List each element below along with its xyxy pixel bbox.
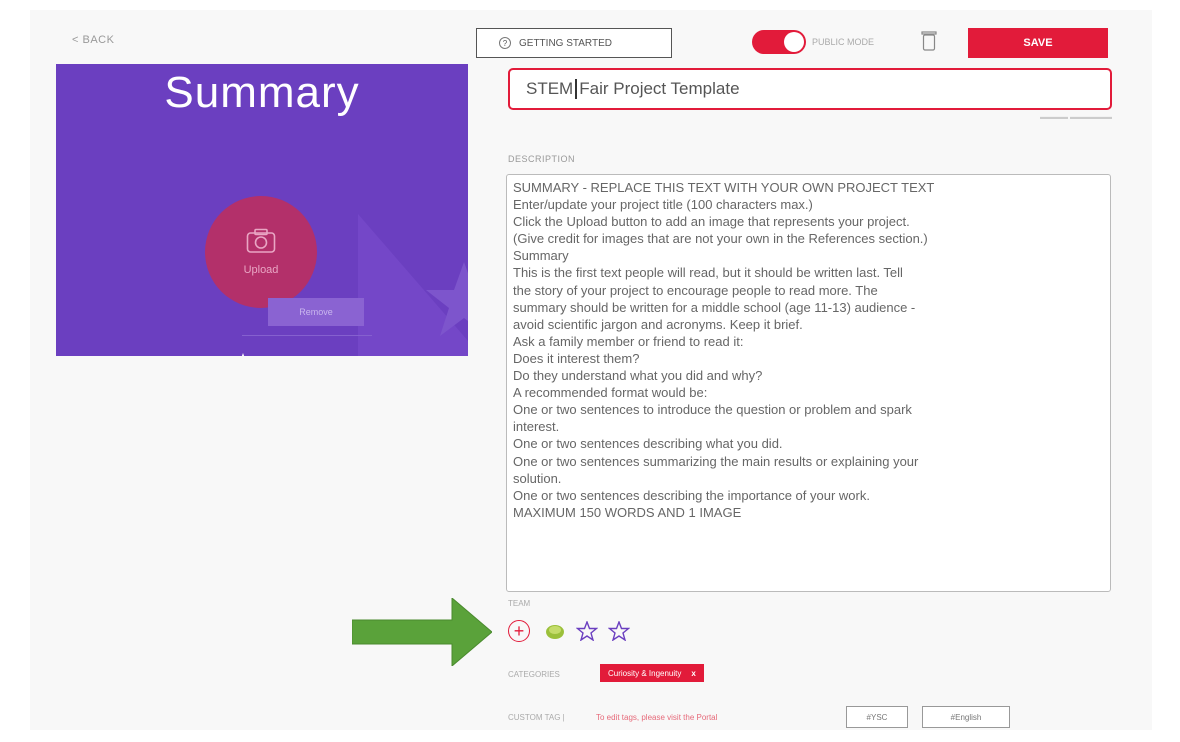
description-line: A recommended format would be:	[513, 385, 708, 401]
public-mode-toggle[interactable]	[752, 30, 806, 54]
description-line: MAXIMUM 150 WORDS AND 1 IMAGE	[513, 504, 742, 520]
back-link[interactable]: < BACK	[72, 34, 114, 46]
description-line: avoid scientific jargon and acronyms. Ke…	[513, 316, 803, 332]
upload-button[interactable]: Upload	[205, 196, 317, 308]
star-icon[interactable]	[576, 621, 598, 641]
description-label: DESCRIPTION	[508, 154, 576, 164]
custom-tag-hint[interactable]: To edit tags, please visit the Portal	[596, 713, 717, 722]
description-line: Do they understand what you did and why?	[513, 368, 763, 384]
remove-image-button[interactable]: Remove	[268, 298, 364, 326]
description-line: One or two sentences to introduce the qu…	[513, 402, 912, 418]
description-line: This is the first text people will read,…	[513, 265, 903, 281]
trash-icon[interactable]	[920, 30, 938, 52]
description-line: One or two sentences summarizing the mai…	[513, 453, 919, 469]
title-text-before: STEM	[526, 79, 574, 98]
description-line: (Give credit for images that are not you…	[513, 231, 928, 247]
star-icon[interactable]	[608, 621, 630, 641]
green-arrow-icon	[352, 598, 492, 666]
cover-logo: ▬▬ ▬▬▬ ▬▬▬▬▬▬ ▬▬▬▬ ▬▬▬	[224, 352, 335, 356]
youth-science-star-icon	[241, 353, 245, 356]
cover-title: Summary	[164, 68, 360, 117]
categories-label: CATEGORIES	[508, 670, 560, 679]
team-label: TEAM	[508, 599, 531, 608]
getting-started-label: GETTING STARTED	[519, 37, 612, 49]
close-icon[interactable]: x	[691, 669, 695, 678]
project-title-input[interactable]: STEM Fair Project Template	[508, 68, 1112, 110]
upload-label: Upload	[243, 264, 279, 276]
title-text-after: Fair Project Template	[579, 79, 740, 98]
text-cursor	[575, 79, 578, 99]
toggle-knob	[784, 32, 804, 52]
custom-tag-label: CUSTOM TAG |	[508, 713, 565, 722]
custom-tag-chip[interactable]: #English	[922, 706, 1010, 728]
decorative-star-icon	[426, 262, 468, 336]
description-line: Ask a family member or friend to read it…	[513, 333, 744, 349]
custom-tag-chip[interactable]: #YSC	[846, 706, 908, 728]
add-team-member-button[interactable]: +	[508, 620, 530, 642]
description-line: One or two sentences describing the impo…	[513, 487, 870, 503]
description-line: summary should be written for a middle s…	[513, 299, 916, 315]
camera-icon	[246, 228, 276, 253]
description-line: solution.	[513, 470, 562, 486]
description-line: Summary	[513, 248, 569, 264]
character-count: ▬▬▬▬ ▬▬▬▬▬▬	[1040, 114, 1112, 121]
category-tag-label: Curiosity & Ingenuity	[608, 668, 682, 678]
help-icon: ?	[499, 37, 511, 49]
category-tag[interactable]: Curiosity & Ingenuity x	[600, 664, 704, 682]
description-textarea[interactable]: SUMMARY - REPLACE THIS TEXT WITH YOUR OW…	[506, 174, 1111, 592]
cover-image-panel: Summary Upload Remove ▬▬ ▬▬▬ ▬▬▬▬▬▬ ▬▬▬▬…	[56, 64, 468, 356]
description-line: SUMMARY - REPLACE THIS TEXT WITH YOUR OW…	[513, 180, 935, 195]
description-line: the story of your project to encourage p…	[513, 282, 878, 298]
description-line: Does it interest them?	[513, 350, 640, 366]
description-line: Click the Upload button to add an image …	[513, 214, 910, 230]
cover-divider	[242, 335, 372, 336]
plus-circle-icon: +	[513, 621, 525, 641]
description-line: Enter/update your project title (100 cha…	[513, 197, 813, 213]
getting-started-button[interactable]: ? GETTING STARTED	[476, 28, 672, 58]
save-button[interactable]: SAVE	[968, 28, 1108, 58]
description-line: interest.	[513, 419, 560, 435]
public-mode-label: PUBLIC MODE	[812, 37, 875, 47]
description-line: One or two sentences describing what you…	[513, 436, 783, 452]
avatar-icon[interactable]	[544, 621, 566, 641]
team-members: +	[508, 620, 640, 642]
